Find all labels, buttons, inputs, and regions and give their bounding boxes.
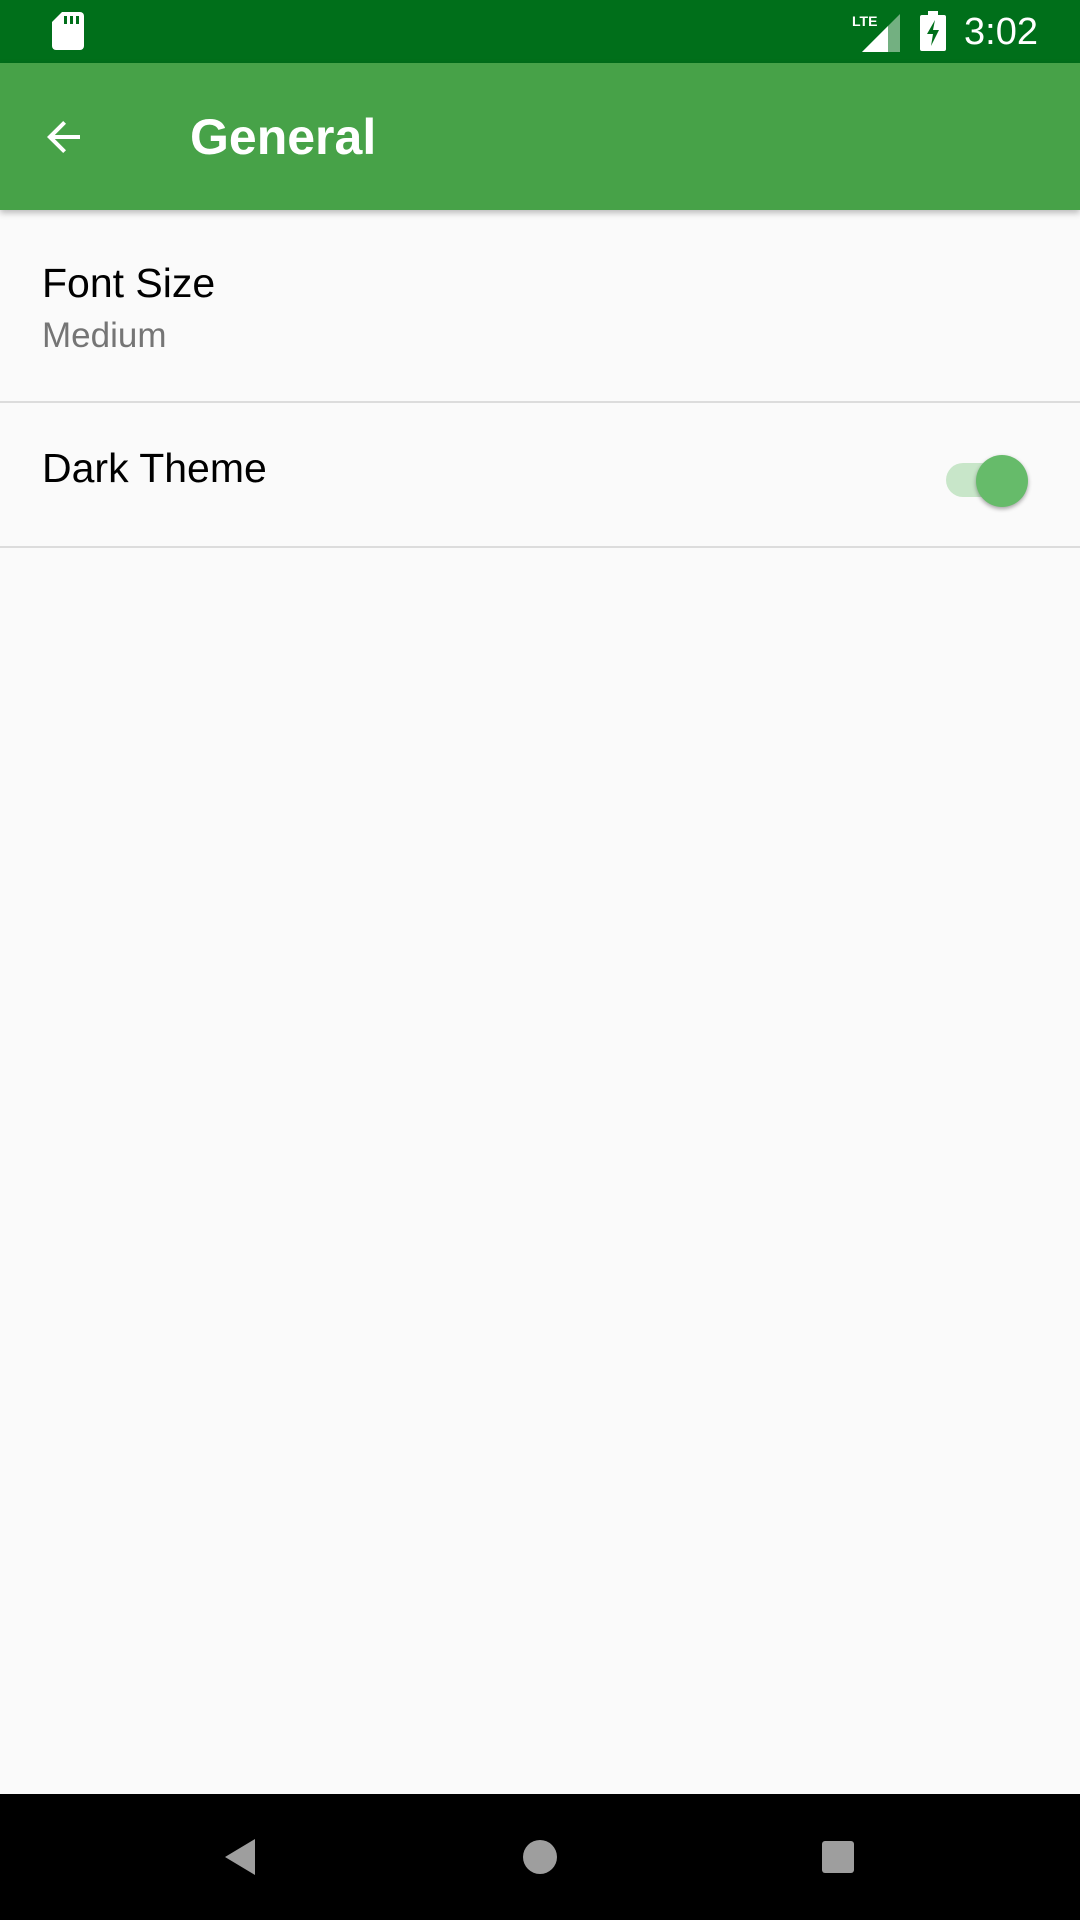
- font-size-summary: Medium: [42, 316, 167, 355]
- navigation-bar: [0, 1794, 1080, 1920]
- nav-back-button[interactable]: [211, 1827, 271, 1887]
- nav-back-icon: [225, 1839, 255, 1875]
- nav-home-icon: [523, 1840, 557, 1874]
- status-bar: LTE 3:02: [0, 0, 1080, 63]
- dark-theme-switch[interactable]: [944, 447, 1030, 507]
- network-label: LTE: [852, 13, 877, 29]
- back-button[interactable]: [32, 105, 96, 169]
- settings-screen: LTE 3:02 General Font Size Medium Dark T…: [0, 0, 1080, 1920]
- page-title: General: [190, 109, 377, 165]
- settings-list: Font Size Medium Dark Theme: [0, 210, 1080, 548]
- font-size-preference[interactable]: Font Size Medium: [0, 210, 1080, 403]
- dark-theme-title: Dark Theme: [42, 445, 267, 491]
- lte-signal-icon: LTE: [852, 13, 900, 52]
- status-clock: 3:02: [964, 11, 1038, 53]
- nav-recents-button[interactable]: [808, 1827, 868, 1887]
- nav-home-button[interactable]: [510, 1827, 570, 1887]
- sd-card-icon: [52, 12, 84, 50]
- nav-recents-icon: [822, 1841, 854, 1873]
- switch-thumb: [976, 455, 1028, 507]
- dark-theme-preference[interactable]: Dark Theme: [0, 403, 1080, 548]
- app-bar: General: [0, 63, 1080, 210]
- battery-charging-icon: [920, 11, 946, 51]
- arrow-back-icon: [47, 121, 80, 153]
- font-size-title: Font Size: [42, 260, 216, 306]
